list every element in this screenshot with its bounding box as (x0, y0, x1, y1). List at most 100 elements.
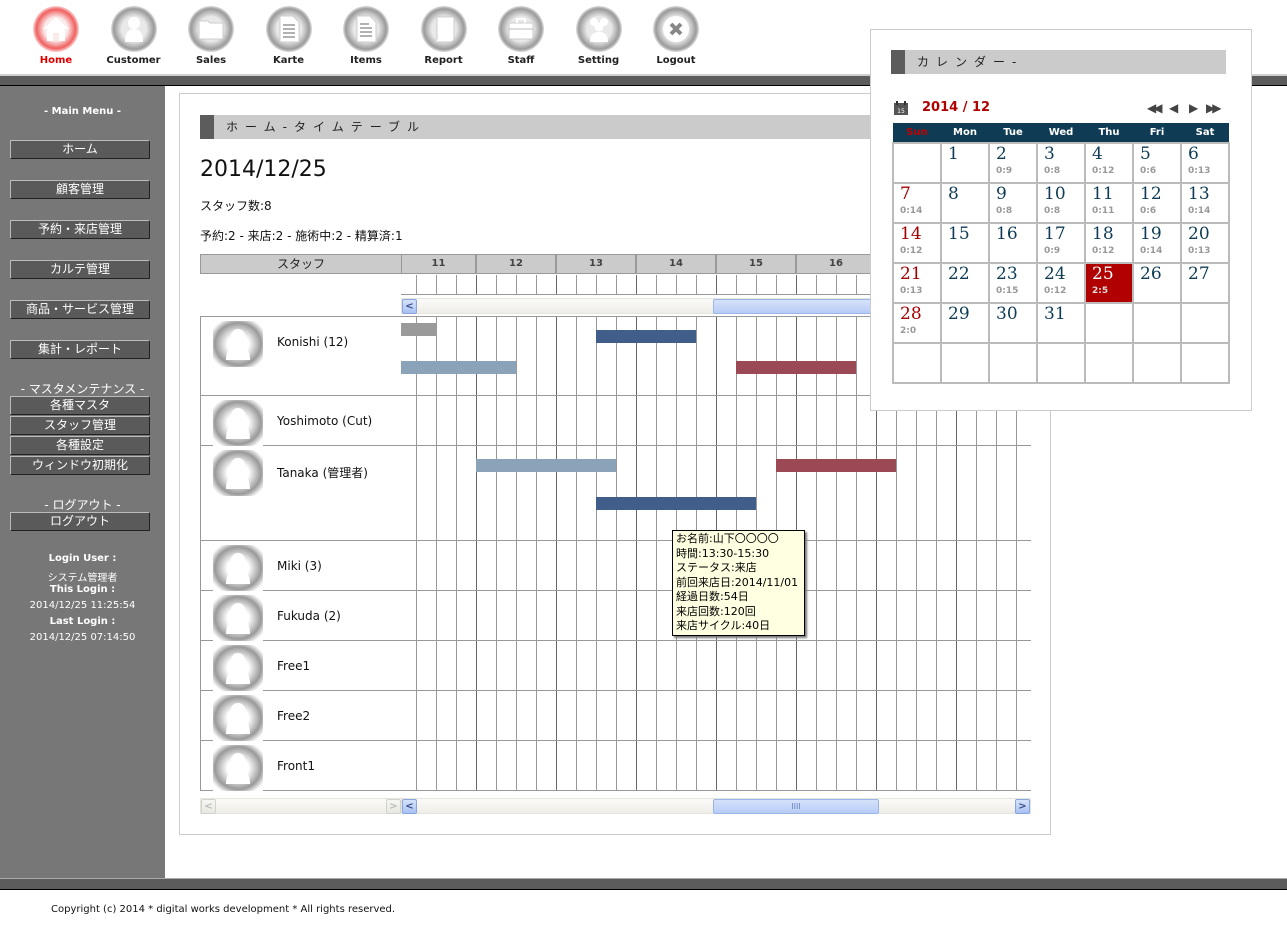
calendar-day[interactable]: 15 (940, 222, 990, 264)
staff-timeline[interactable] (401, 691, 1031, 741)
staff-row[interactable]: Tanaka (管理者) (200, 446, 402, 541)
calendar-day[interactable]: 3 0:8 (1036, 142, 1086, 184)
master-maintenance-heading: - マスタメンテナンス - (20, 382, 145, 396)
reservation-bar[interactable] (776, 459, 896, 472)
sidebar-item-4[interactable]: 商品・サービス管理 (10, 300, 150, 319)
calendar-day[interactable]: 10 0:8 (1036, 182, 1086, 224)
bottom-horizontal-scrollbar[interactable]: < IIII > (401, 798, 1031, 814)
nav-setting[interactable]: Setting (560, 6, 638, 66)
reservation-bar[interactable] (596, 330, 696, 343)
reservation-bar[interactable] (596, 497, 756, 510)
nav-karte[interactable]: Karte (250, 6, 328, 66)
calendar-day[interactable]: 4 0:12 (1084, 142, 1134, 184)
calendar-day[interactable]: 31 (1036, 302, 1086, 344)
sidebar-item-3[interactable]: カルテ管理 (10, 260, 150, 279)
calendar-day[interactable]: 20 0:13 (1180, 222, 1230, 264)
quarter-gridline (456, 396, 457, 445)
reservation-bar[interactable] (476, 459, 616, 472)
calendar-day[interactable]: 11 0:11 (1084, 182, 1134, 224)
reservation-bar[interactable] (401, 361, 516, 374)
calendar-day[interactable]: 18 0:12 (1084, 222, 1134, 264)
staff-row[interactable]: Miki (3) (200, 541, 402, 591)
master-item-3[interactable]: ウィンドウ初期化 (10, 456, 150, 475)
calendar-day[interactable]: 8 (940, 182, 990, 224)
calendar-day[interactable]: 14 0:12 (892, 222, 942, 264)
grid-scroll-right-button[interactable]: > (1015, 799, 1030, 814)
scroll-left-button[interactable]: < (402, 299, 417, 314)
calendar-day[interactable]: 28 2:0 (892, 302, 942, 344)
staff-row[interactable]: Konishi (12) (200, 316, 402, 396)
calendar-day[interactable]: 2 0:9 (988, 142, 1038, 184)
day-number: 5 (1140, 144, 1151, 164)
nav-logout[interactable]: Logout (637, 6, 715, 66)
hour-gridline (796, 741, 797, 790)
staff-row[interactable]: Free2 (200, 691, 402, 741)
quarter-gridline (816, 541, 817, 590)
calendar-day[interactable]: 26 (1132, 262, 1182, 304)
nav-items[interactable]: Items (327, 6, 405, 66)
calendar-day[interactable]: 21 0:13 (892, 262, 942, 304)
master-item-2[interactable]: 各種設定 (10, 436, 150, 455)
quarter-gridline (536, 641, 537, 690)
staff-timeline[interactable] (401, 641, 1031, 691)
day-reservation-count: 0:8 (1044, 166, 1061, 176)
staff-row[interactable]: Front1 (200, 741, 402, 791)
calendar-day[interactable]: 30 (988, 302, 1038, 344)
quarter-gridline (996, 641, 997, 690)
quarter-gridline (456, 741, 457, 790)
staff-timeline[interactable] (401, 741, 1031, 791)
staff-row[interactable]: Yoshimoto (Cut) (200, 396, 402, 446)
sidebar-logout-button[interactable]: ログアウト (10, 512, 150, 531)
hour-gridline (956, 541, 957, 590)
calendar-day[interactable]: 29 (940, 302, 990, 344)
staff-scroll-right-button[interactable]: > (386, 799, 401, 814)
calendar-day[interactable]: 6 0:13 (1180, 142, 1230, 184)
first-month-button[interactable]: ◀◀ (1147, 101, 1163, 115)
calendar-day[interactable]: 7 0:14 (892, 182, 942, 224)
calendar-day[interactable]: 12 0:6 (1132, 182, 1182, 224)
quarter-gridline (656, 591, 657, 640)
prev-month-button[interactable]: ◀ (1169, 101, 1178, 115)
calendar-day[interactable]: 25 2:5 (1084, 262, 1134, 304)
staff-scroll-left-button[interactable]: < (201, 799, 216, 814)
calendar-day[interactable]: 19 0:14 (1132, 222, 1182, 264)
nav-report[interactable]: Report (405, 6, 483, 66)
staff-row[interactable]: Free1 (200, 641, 402, 691)
last-month-button[interactable]: ▶▶ (1206, 101, 1222, 115)
staff-row[interactable]: Fukuda (2) (200, 591, 402, 641)
nav-sales[interactable]: Sales (172, 6, 250, 66)
quarter-gridline (516, 317, 517, 395)
calendar-grid: Sun Mon Tue Wed Thu Fri Sat 1 2 0:9 3 0:8 4 0:12 5 0:6… (892, 123, 1230, 384)
hour-gridline (556, 396, 557, 445)
next-month-button[interactable]: ▶ (1189, 101, 1198, 115)
calendar-day[interactable]: 24 0:12 (1036, 262, 1086, 304)
calendar-day[interactable]: 1 (940, 142, 990, 184)
calendar-day[interactable]: 16 (988, 222, 1038, 264)
staff-horizontal-scrollbar[interactable]: < > (200, 798, 402, 814)
quarter-gridline (496, 541, 497, 590)
reservation-bar[interactable] (736, 361, 856, 374)
quarter-gridline (536, 275, 537, 294)
master-item-0[interactable]: 各種マスタ (10, 396, 150, 415)
close-circle-icon (653, 6, 699, 52)
nav-staff[interactable]: Staff (482, 6, 560, 66)
nav-customer[interactable]: Customer (95, 6, 173, 66)
calendar-day[interactable]: 13 0:14 (1180, 182, 1230, 224)
calendar-day[interactable]: 23 0:15 (988, 262, 1038, 304)
reservation-bar[interactable] (401, 323, 436, 336)
quarter-gridline (596, 741, 597, 790)
grid-scroll-thumb[interactable]: IIII (713, 799, 879, 814)
calendar-day[interactable]: 5 0:6 (1132, 142, 1182, 184)
grid-scroll-left-button[interactable]: < (402, 799, 417, 814)
sidebar-item-5[interactable]: 集計・レポート (10, 340, 150, 359)
sidebar-item-0[interactable]: ホーム (10, 140, 150, 159)
sidebar-item-2[interactable]: 予約・来店管理 (10, 220, 150, 239)
calendar-day[interactable]: 17 0:9 (1036, 222, 1086, 264)
staff-timeline[interactable] (401, 446, 1031, 541)
master-item-1[interactable]: スタッフ管理 (10, 416, 150, 435)
calendar-day[interactable]: 9 0:8 (988, 182, 1038, 224)
nav-home[interactable]: Home (17, 6, 95, 66)
sidebar-item-1[interactable]: 顧客管理 (10, 180, 150, 199)
calendar-day[interactable]: 22 (940, 262, 990, 304)
calendar-day[interactable]: 27 (1180, 262, 1230, 304)
